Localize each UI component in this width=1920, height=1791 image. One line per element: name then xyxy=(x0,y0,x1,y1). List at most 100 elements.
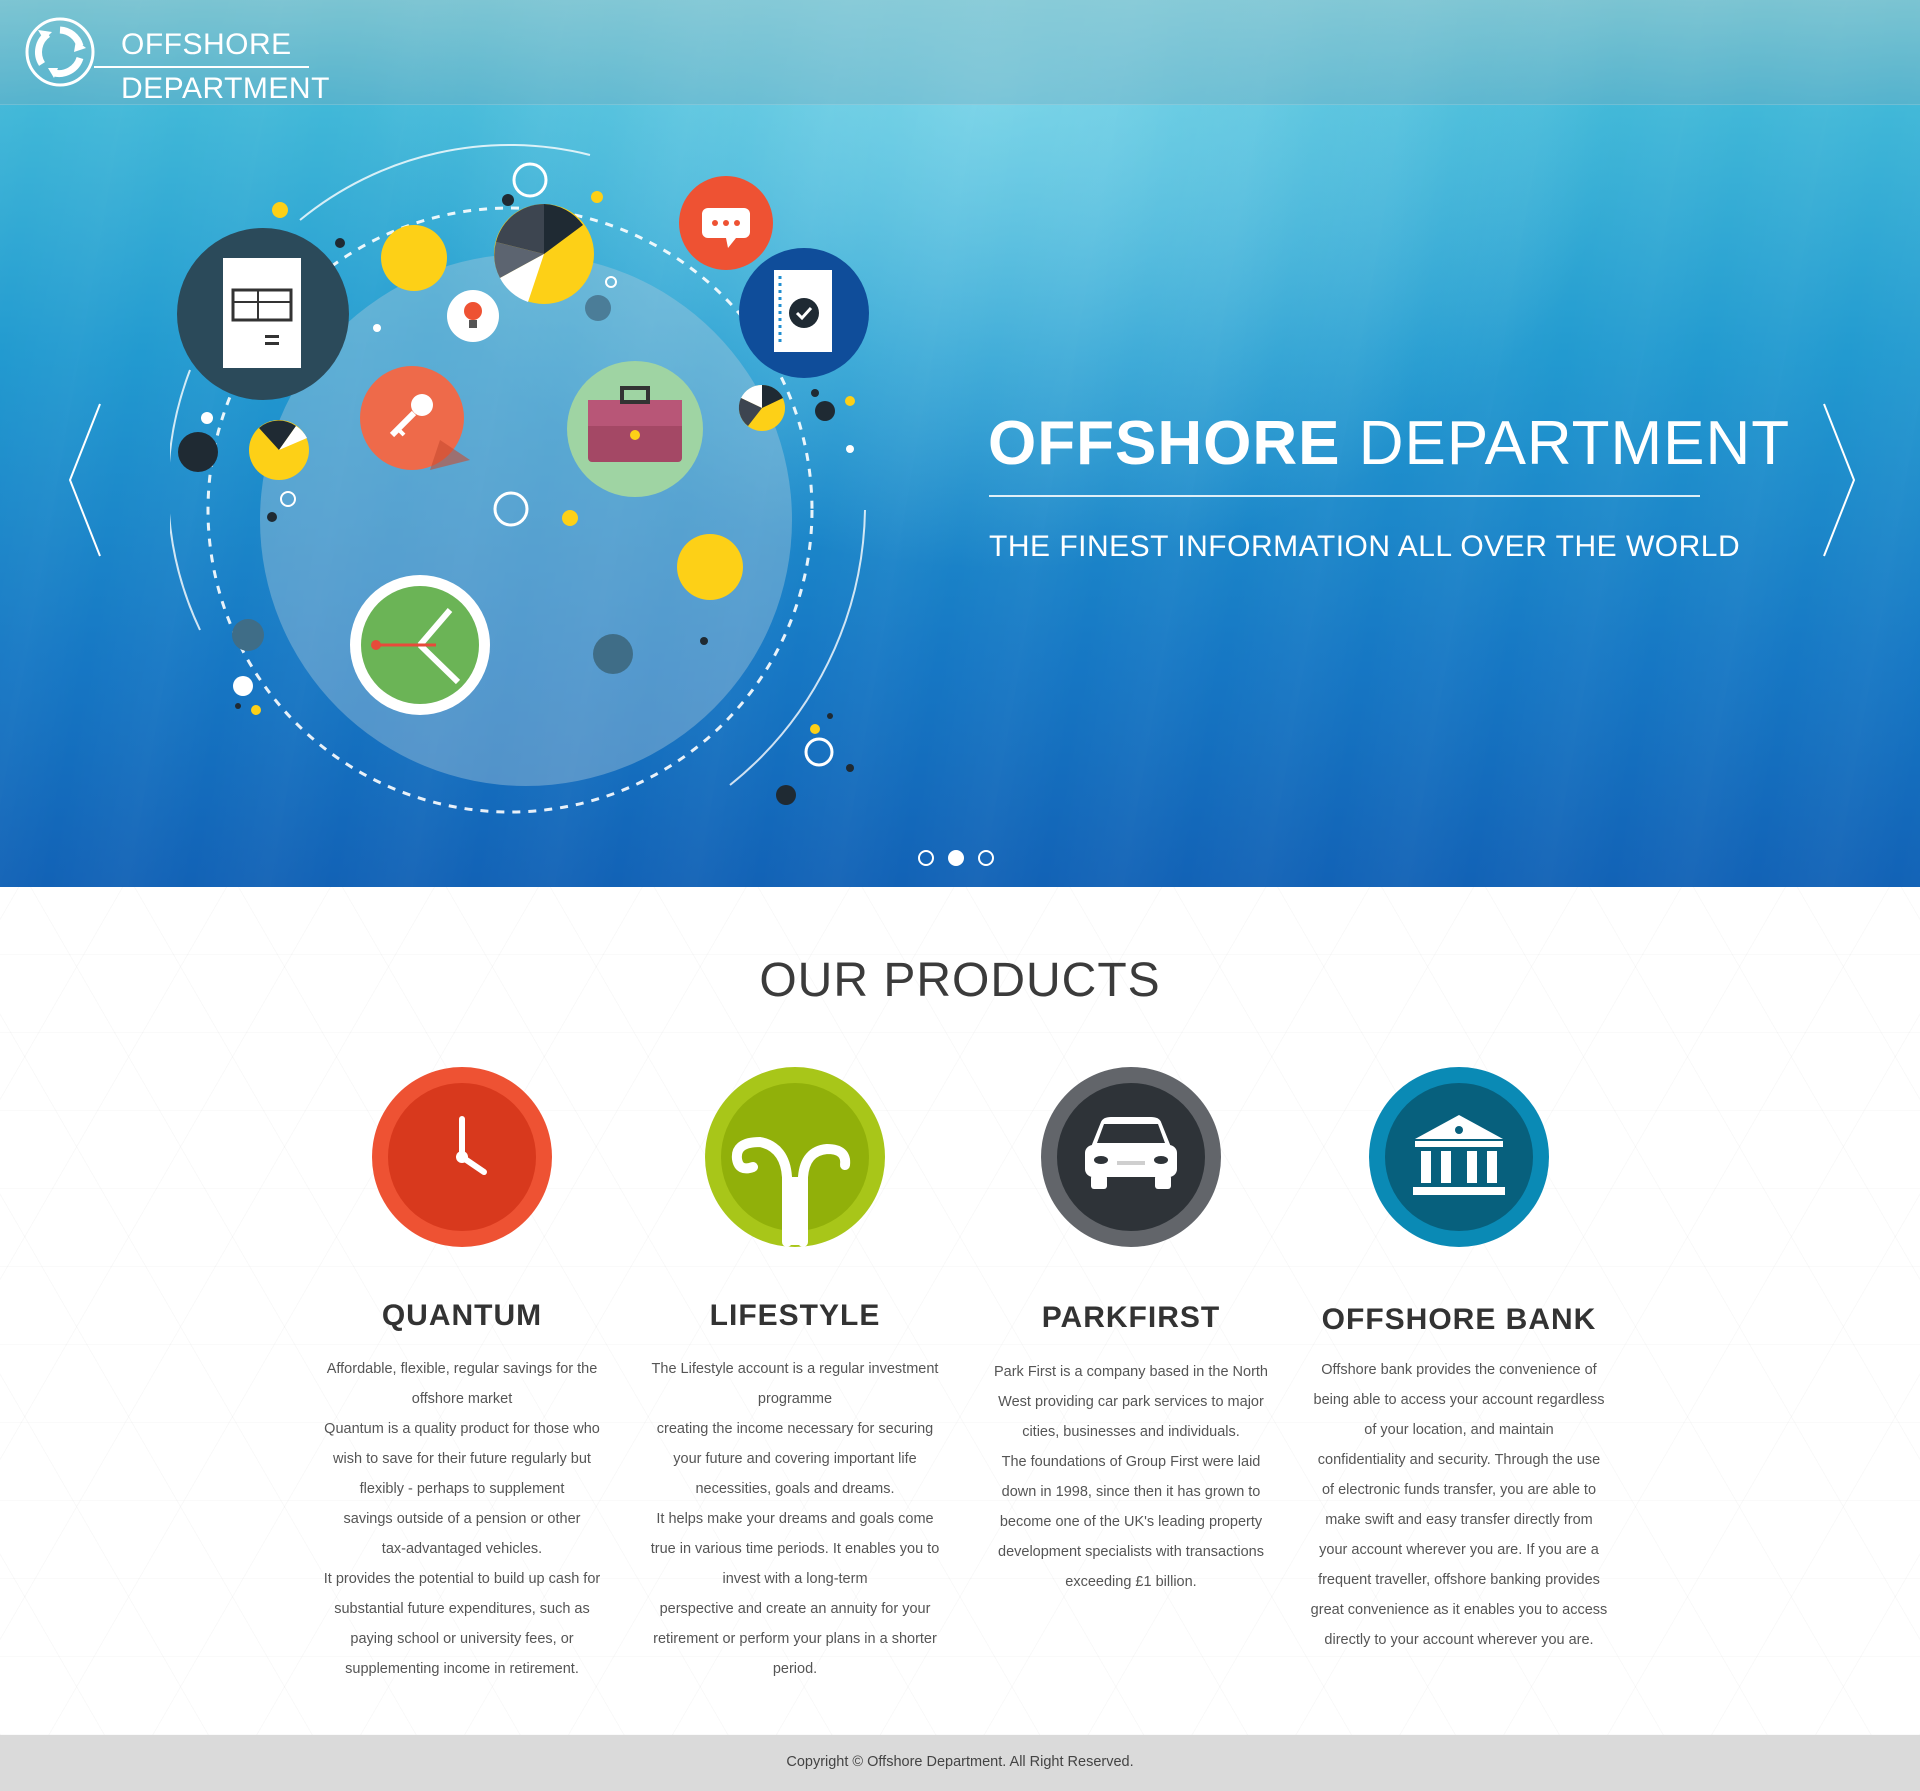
description-line: The foundations of Group First were laid xyxy=(1001,1454,1261,1470)
product-quantum[interactable]: QUANTUM Affordable, flexible, regular sa… xyxy=(297,1067,627,1707)
dark-dot xyxy=(178,432,218,472)
slide-dot-2[interactable] xyxy=(948,850,964,866)
description-line: programme xyxy=(757,1391,833,1407)
product-lifestyle[interactable]: LIFESTYLE The Lifestyle account is a reg… xyxy=(630,1067,960,1707)
white-dot xyxy=(373,324,381,332)
yellow-dot xyxy=(272,202,288,218)
pie-chart-icon xyxy=(494,204,594,304)
description-line: tax-advantaged vehicles. xyxy=(381,1541,543,1557)
description-line: period. xyxy=(772,1661,818,1677)
hero-title: OFFSHORE DEPARTMENT xyxy=(988,408,1789,479)
description-line: supplementing income in retirement. xyxy=(345,1661,579,1677)
description-line: your account wherever you are. If you ar… xyxy=(1319,1542,1599,1558)
description-line: West providing car park services to majo… xyxy=(998,1394,1264,1410)
product-title: QUANTUM xyxy=(381,1299,543,1332)
dark-dot xyxy=(776,785,796,805)
yellow-dot xyxy=(845,396,855,406)
dark-dot xyxy=(846,764,854,772)
description-line: of electronic funds transfer, you are ab… xyxy=(1321,1482,1597,1498)
description-line: of your location, and maintain xyxy=(1364,1422,1554,1438)
dark-dot xyxy=(267,512,277,522)
grey-dot xyxy=(232,619,264,651)
grey-dot xyxy=(593,634,633,674)
description-line: directly to your account wherever you ar… xyxy=(1324,1632,1594,1648)
description-line: Affordable, flexible, regular savings fo… xyxy=(326,1361,598,1377)
small-pie-icon xyxy=(738,384,785,431)
dark-dot xyxy=(335,238,345,248)
product-description: The Lifestyle account is a regular inves… xyxy=(645,1354,945,1684)
site-footer: Copyright © Offshore Department. All Rig… xyxy=(0,1735,1920,1791)
logo-divider xyxy=(94,66,309,68)
description-line: Park First is a company based in the Nor… xyxy=(993,1364,1268,1380)
dark-dot xyxy=(815,401,835,421)
hero-title-light: DEPARTMENT xyxy=(1358,409,1791,478)
car-icon xyxy=(1041,1067,1221,1247)
yellow-orb xyxy=(381,225,447,291)
description-line: being able to access your account regard… xyxy=(1313,1392,1605,1408)
product-title: LIFESTYLE xyxy=(709,1299,881,1332)
checklist-icon xyxy=(739,248,869,378)
description-line: make swift and easy transfer directly fr… xyxy=(1325,1512,1593,1528)
hero-illustration xyxy=(170,144,869,814)
hero-subtitle: THE FINEST INFORMATION ALL OVER THE WORL… xyxy=(989,530,1741,563)
bank-icon xyxy=(1369,1067,1549,1247)
dark-dot xyxy=(502,194,514,206)
description-line: The Lifestyle account is a regular inves… xyxy=(651,1361,939,1377)
lightbulb-icon xyxy=(447,290,499,342)
products-section: OUR PRODUCTS QUANTUM Affordable, flexibl… xyxy=(0,887,1920,1735)
product-parkfirst[interactable]: PARKFIRST Park First is a company based … xyxy=(966,1067,1296,1707)
product-offshore-bank[interactable]: OFFSHORE BANK Offshore bank provides the… xyxy=(1294,1067,1624,1707)
description-line: wish to save for their future regularly … xyxy=(333,1451,591,1467)
description-line: It helps make your dreams and goals come xyxy=(656,1511,934,1527)
dark-dot xyxy=(700,637,708,645)
white-dot xyxy=(201,412,213,424)
description-line: retirement or perform your plans in a sh… xyxy=(653,1631,937,1647)
hero-slider: OFFSHORE DEPARTMENT OFFSHORE DEPARTMENT … xyxy=(0,0,1920,887)
description-line: creating the income necessary for securi… xyxy=(656,1421,934,1437)
speech-bubble-icon xyxy=(679,176,773,270)
description-line: Offshore bank provides the convenience o… xyxy=(1321,1362,1597,1378)
description-line: confidentiality and security. Through th… xyxy=(1317,1452,1601,1468)
description-line: exceeding £1 billion. xyxy=(1065,1574,1197,1590)
yellow-dot xyxy=(810,724,820,734)
description-line: great convenience as it enables you to a… xyxy=(1310,1602,1608,1618)
white-dot xyxy=(233,676,253,696)
description-line: offshore market xyxy=(411,1391,513,1407)
yellow-dot xyxy=(251,705,261,715)
product-description: Offshore bank provides the convenience o… xyxy=(1309,1355,1609,1655)
white-ring xyxy=(804,737,834,767)
description-line: development specialists with transaction… xyxy=(998,1544,1264,1560)
description-line: frequent traveller, offshore banking pro… xyxy=(1318,1572,1600,1588)
next-slide-arrow[interactable] xyxy=(1818,400,1858,560)
description-line: invest with a long-term xyxy=(722,1571,868,1587)
small-pie-icon xyxy=(249,420,309,480)
orbit-arc-left xyxy=(170,369,201,631)
briefcase-icon xyxy=(567,361,703,497)
site-logo[interactable]: OFFSHORE DEPARTMENT xyxy=(24,16,329,105)
prev-slide-arrow[interactable] xyxy=(66,400,106,560)
description-line: Quantum is a quality product for those w… xyxy=(324,1421,600,1437)
product-title: PARKFIRST xyxy=(1041,1301,1221,1334)
description-line: necessities, goals and dreams. xyxy=(695,1481,895,1497)
recycle-logo-icon xyxy=(25,17,95,87)
copyright-text: Copyright © Offshore Department. All Rig… xyxy=(786,1754,1134,1770)
hero-divider xyxy=(989,495,1700,497)
description-line: paying school or university fees, or xyxy=(350,1631,574,1647)
dark-dot xyxy=(235,703,241,709)
sprout-icon xyxy=(705,1067,885,1247)
document-icon xyxy=(177,228,349,400)
slide-dot-3[interactable] xyxy=(978,850,994,866)
product-description: Park First is a company based in the Nor… xyxy=(981,1357,1281,1597)
description-line: become one of the UK's leading property xyxy=(999,1514,1263,1530)
clock-icon xyxy=(372,1067,552,1247)
description-line: true in various time periods. It enables… xyxy=(650,1541,940,1557)
products-heading: OUR PRODUCTS xyxy=(759,954,1161,1007)
description-line: cities, businesses and individuals. xyxy=(1022,1424,1240,1440)
description-line: perspective and create an annuity for yo… xyxy=(659,1601,931,1617)
grey-dot xyxy=(585,295,611,321)
site-header: OFFSHORE DEPARTMENT xyxy=(0,0,1920,105)
slider-pagination xyxy=(918,850,1002,868)
slide-dot-1[interactable] xyxy=(918,850,934,866)
logo-text-line1: OFFSHORE xyxy=(121,28,292,61)
hero-title-bold: OFFSHORE xyxy=(988,409,1341,478)
